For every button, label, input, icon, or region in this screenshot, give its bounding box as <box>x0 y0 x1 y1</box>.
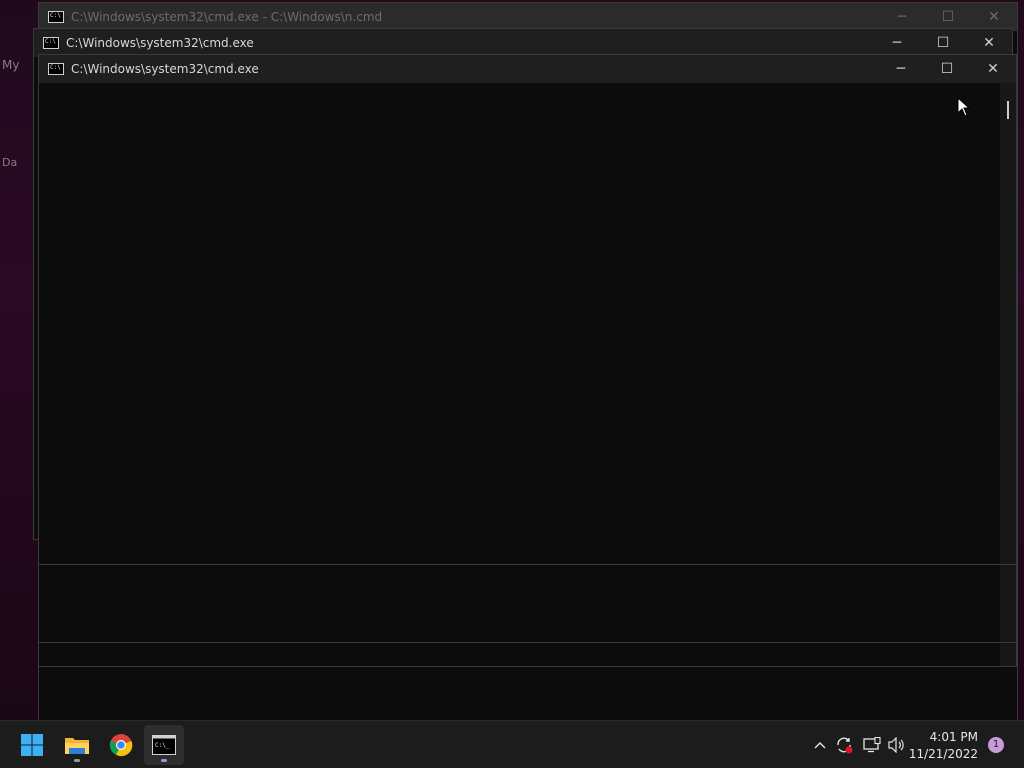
clock[interactable]: 4:01 PM 11/21/2022 <box>909 729 978 763</box>
maximize-button[interactable]: ☐ <box>920 29 966 57</box>
file-explorer-button[interactable] <box>57 725 97 765</box>
window-title: C:\Windows\system32\cmd.exe <box>71 62 259 76</box>
close-button[interactable]: ✕ <box>970 55 1016 83</box>
titlebar[interactable]: C:\Windows\system32\cmd.exe ─ ☐ ✕ <box>39 55 1016 83</box>
scrollbar-thumb[interactable] <box>1007 101 1009 119</box>
chrome-button[interactable] <box>101 725 141 765</box>
divider <box>39 564 1016 565</box>
divider <box>39 642 1016 643</box>
start-button[interactable] <box>12 725 52 765</box>
speaker-icon <box>888 737 904 753</box>
titlebar[interactable]: C:\Windows\system32\cmd.exe ─ ☐ ✕ <box>34 29 1012 57</box>
window-title: C:\Windows\system32\cmd.exe - C:\Windows… <box>71 10 383 24</box>
close-button[interactable]: ✕ <box>971 3 1017 31</box>
running-indicator <box>161 759 167 762</box>
minimize-button[interactable]: ─ <box>879 3 925 31</box>
clock-date: 11/21/2022 <box>908 747 978 761</box>
cmd-app-icon <box>48 11 64 23</box>
close-button[interactable]: ✕ <box>966 29 1012 57</box>
minimize-button[interactable]: ─ <box>874 29 920 57</box>
network-button[interactable] <box>862 733 882 757</box>
mouse-cursor-icon <box>957 97 971 117</box>
vertical-scrollbar[interactable] <box>1000 83 1016 666</box>
clock-time: 4:01 PM <box>929 730 978 744</box>
cmd-window-back-1-bottom <box>38 667 1018 720</box>
windows-logo-icon <box>21 734 43 756</box>
sync-error-icon <box>837 737 853 754</box>
taskbar: C:\_ 4:01 PM 11/21/2022 1 <box>0 720 1024 768</box>
maximize-button[interactable]: ☐ <box>925 3 971 31</box>
svg-text:C:\_: C:\_ <box>155 742 170 749</box>
titlebar[interactable]: C:\Windows\system32\cmd.exe - C:\Windows… <box>39 3 1017 31</box>
chrome-icon <box>109 734 133 757</box>
show-hidden-icons-button[interactable] <box>810 733 830 757</box>
cmd-app-icon <box>48 63 64 75</box>
desktop-icon-label-my[interactable]: My <box>2 58 19 72</box>
minimize-button[interactable]: ─ <box>878 55 924 83</box>
notification-count-badge[interactable]: 1 <box>988 737 1004 753</box>
maximize-button[interactable]: ☐ <box>924 55 970 83</box>
desktop-icon-label-da[interactable]: Da <box>2 156 17 169</box>
volume-button[interactable] <box>887 733 907 757</box>
running-indicator <box>74 759 80 762</box>
console-output-area[interactable] <box>39 83 1000 666</box>
command-prompt-button[interactable]: C:\_ <box>144 725 184 765</box>
window-title: C:\Windows\system32\cmd.exe <box>66 36 254 50</box>
terminal-icon: C:\_ <box>152 735 176 755</box>
sync-status-button[interactable] <box>834 733 854 757</box>
folder-icon <box>65 738 89 754</box>
chevron-up-icon <box>814 742 826 749</box>
cmd-window-front[interactable]: C:\Windows\system32\cmd.exe ─ ☐ ✕ <box>38 54 1017 667</box>
cmd-app-icon <box>43 37 59 49</box>
network-icon <box>863 737 881 753</box>
